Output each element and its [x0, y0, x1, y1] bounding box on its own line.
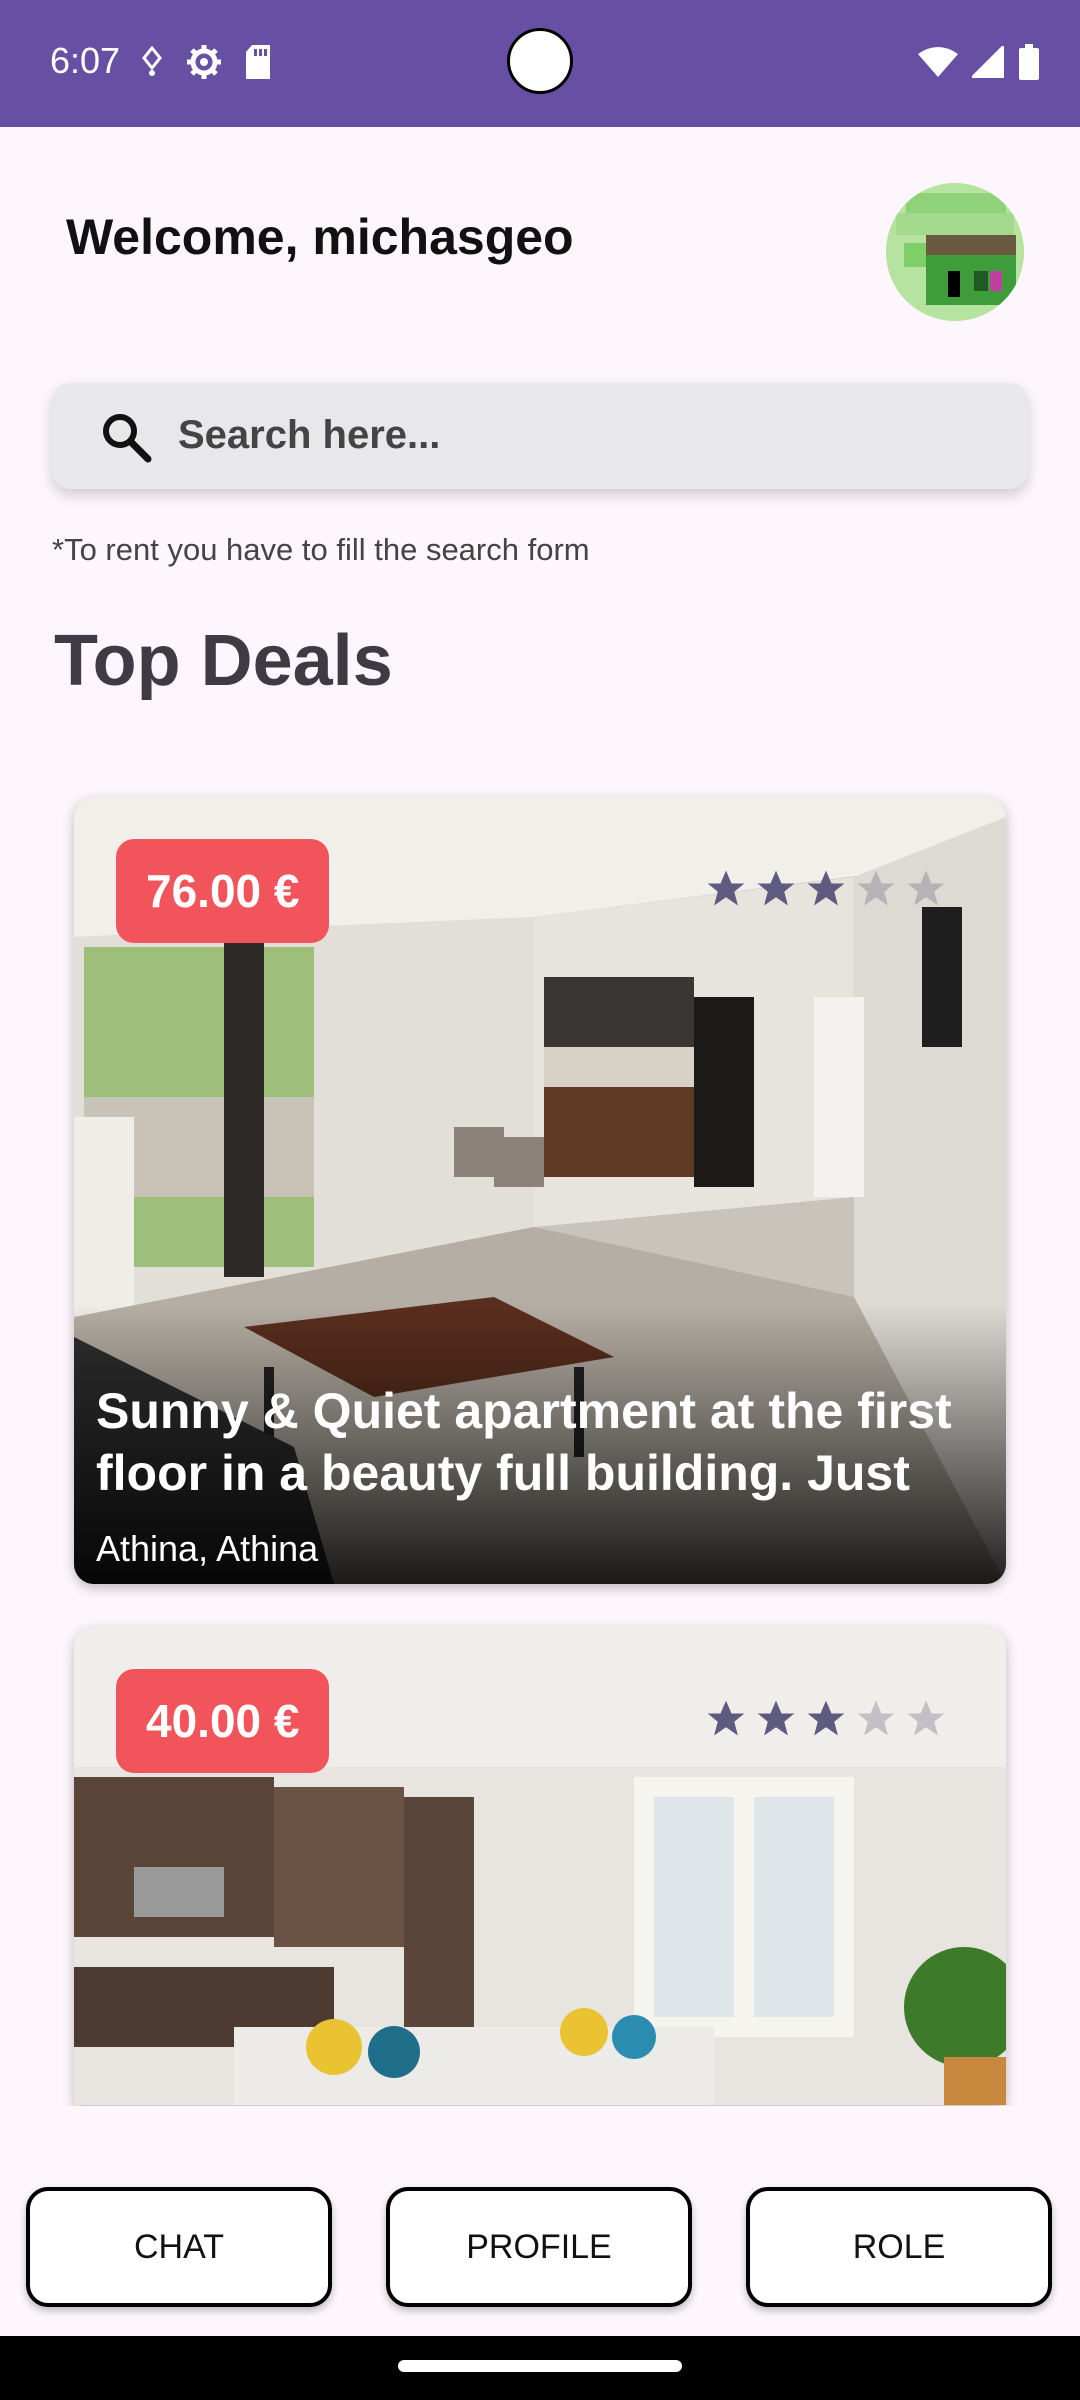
star-filled-icon: [807, 1700, 845, 1736]
search-icon: [103, 414, 152, 463]
search-placeholder: Search here...: [178, 413, 441, 457]
star-rating: [704, 1697, 948, 1741]
star-rating: [704, 867, 948, 911]
signal-icon: [972, 46, 1004, 78]
status-bar: 6:07: [0, 0, 1080, 127]
star-filled-icon: [757, 1700, 795, 1736]
role-button[interactable]: ROLE: [746, 2187, 1052, 2307]
status-icons-left: [140, 44, 272, 80]
star-filled-icon: [707, 1700, 745, 1736]
welcome-title: Welcome, michasgeo: [66, 209, 574, 265]
camera-cutout: [507, 28, 573, 94]
wifi-icon: [918, 47, 958, 77]
profile-button[interactable]: PROFILE: [386, 2187, 692, 2307]
avatar[interactable]: [886, 183, 1024, 321]
battery-icon: [1019, 44, 1039, 80]
deal-card[interactable]: 40.00 €: [74, 1627, 1006, 2105]
star-empty-icon: [857, 1700, 895, 1736]
settings-gear-icon: [187, 45, 221, 79]
search-input[interactable]: Search here...: [52, 383, 1028, 489]
price-badge: 40.00 €: [116, 1669, 330, 1773]
star-empty-icon: [907, 870, 945, 906]
star-filled-icon: [807, 870, 845, 906]
rent-note: *To rent you have to fill the search for…: [52, 532, 590, 567]
location-icon: [142, 46, 162, 76]
price-badge: 76.00 €: [116, 839, 330, 943]
home-gesture-handle[interactable]: [398, 2360, 682, 2372]
sd-card-icon: [246, 45, 270, 79]
star-filled-icon: [757, 870, 795, 906]
user-avatar-icon: [886, 183, 1024, 321]
status-time: 6:07: [50, 40, 121, 81]
star-filled-icon: [707, 870, 745, 906]
deal-location: Athina, Athina: [96, 1528, 319, 1569]
gesture-nav-bar: [0, 2336, 1080, 2400]
status-icons-right: [918, 44, 1040, 80]
star-empty-icon: [907, 1700, 945, 1736]
deal-title: Sunny & Quiet apartment at the first flo…: [96, 1383, 952, 1501]
star-empty-icon: [857, 870, 895, 906]
section-title-top-deals: Top Deals: [54, 621, 393, 701]
chat-button[interactable]: CHAT: [26, 2187, 332, 2307]
deal-card[interactable]: 76.00 € Sunny & Quiet apartment at the f…: [74, 797, 1006, 1584]
